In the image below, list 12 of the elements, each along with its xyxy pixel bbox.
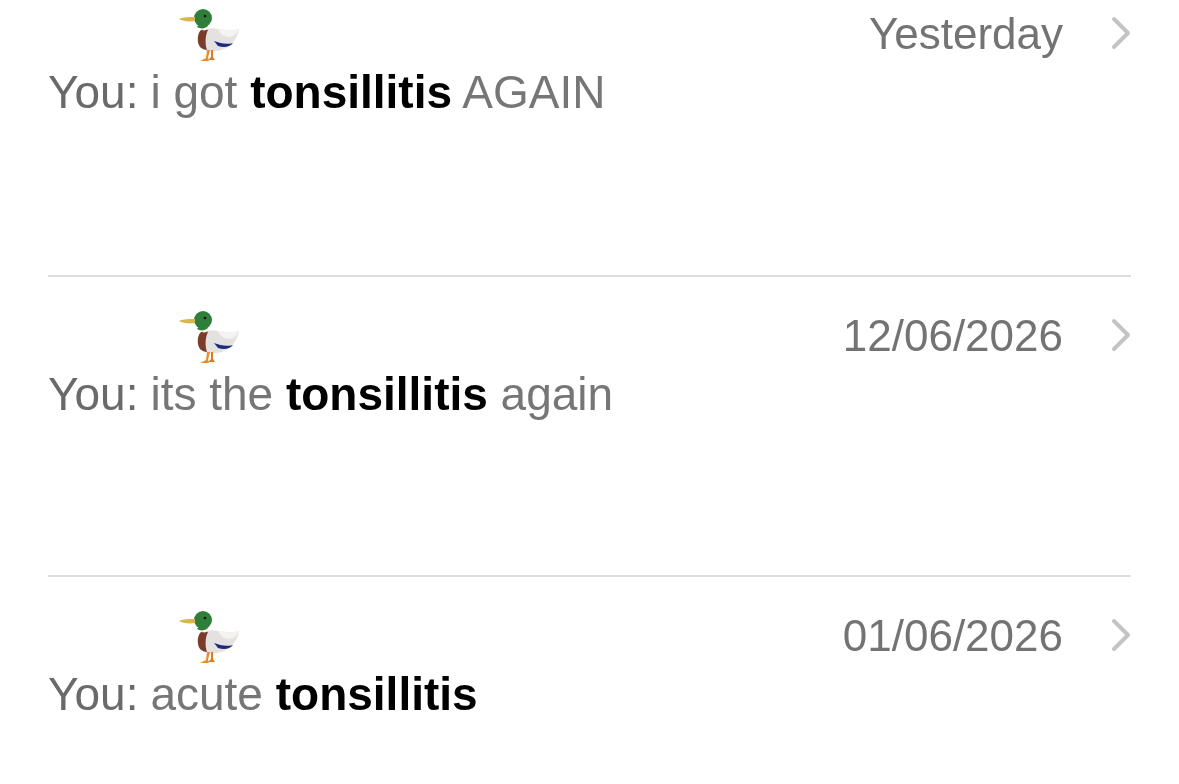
chevron-icon[interactable] [1111,318,1131,352]
date-label: 01/06/2026 [842,610,1063,662]
message-preview: acute tonsillitis [150,668,478,720]
chevron-icon[interactable] [1111,618,1131,652]
chevron-icon[interactable] [1111,16,1131,50]
sender-label: You: [48,66,139,118]
sender-label: You: [48,368,139,420]
message-preview: its the tonsillitis again [150,368,614,420]
date-label: Yesterday [868,8,1063,60]
message-preview: i got tonsillitis AGAIN [150,66,606,118]
date-label: 12/06/2026 [842,310,1063,362]
sender-label: You: [48,668,139,720]
